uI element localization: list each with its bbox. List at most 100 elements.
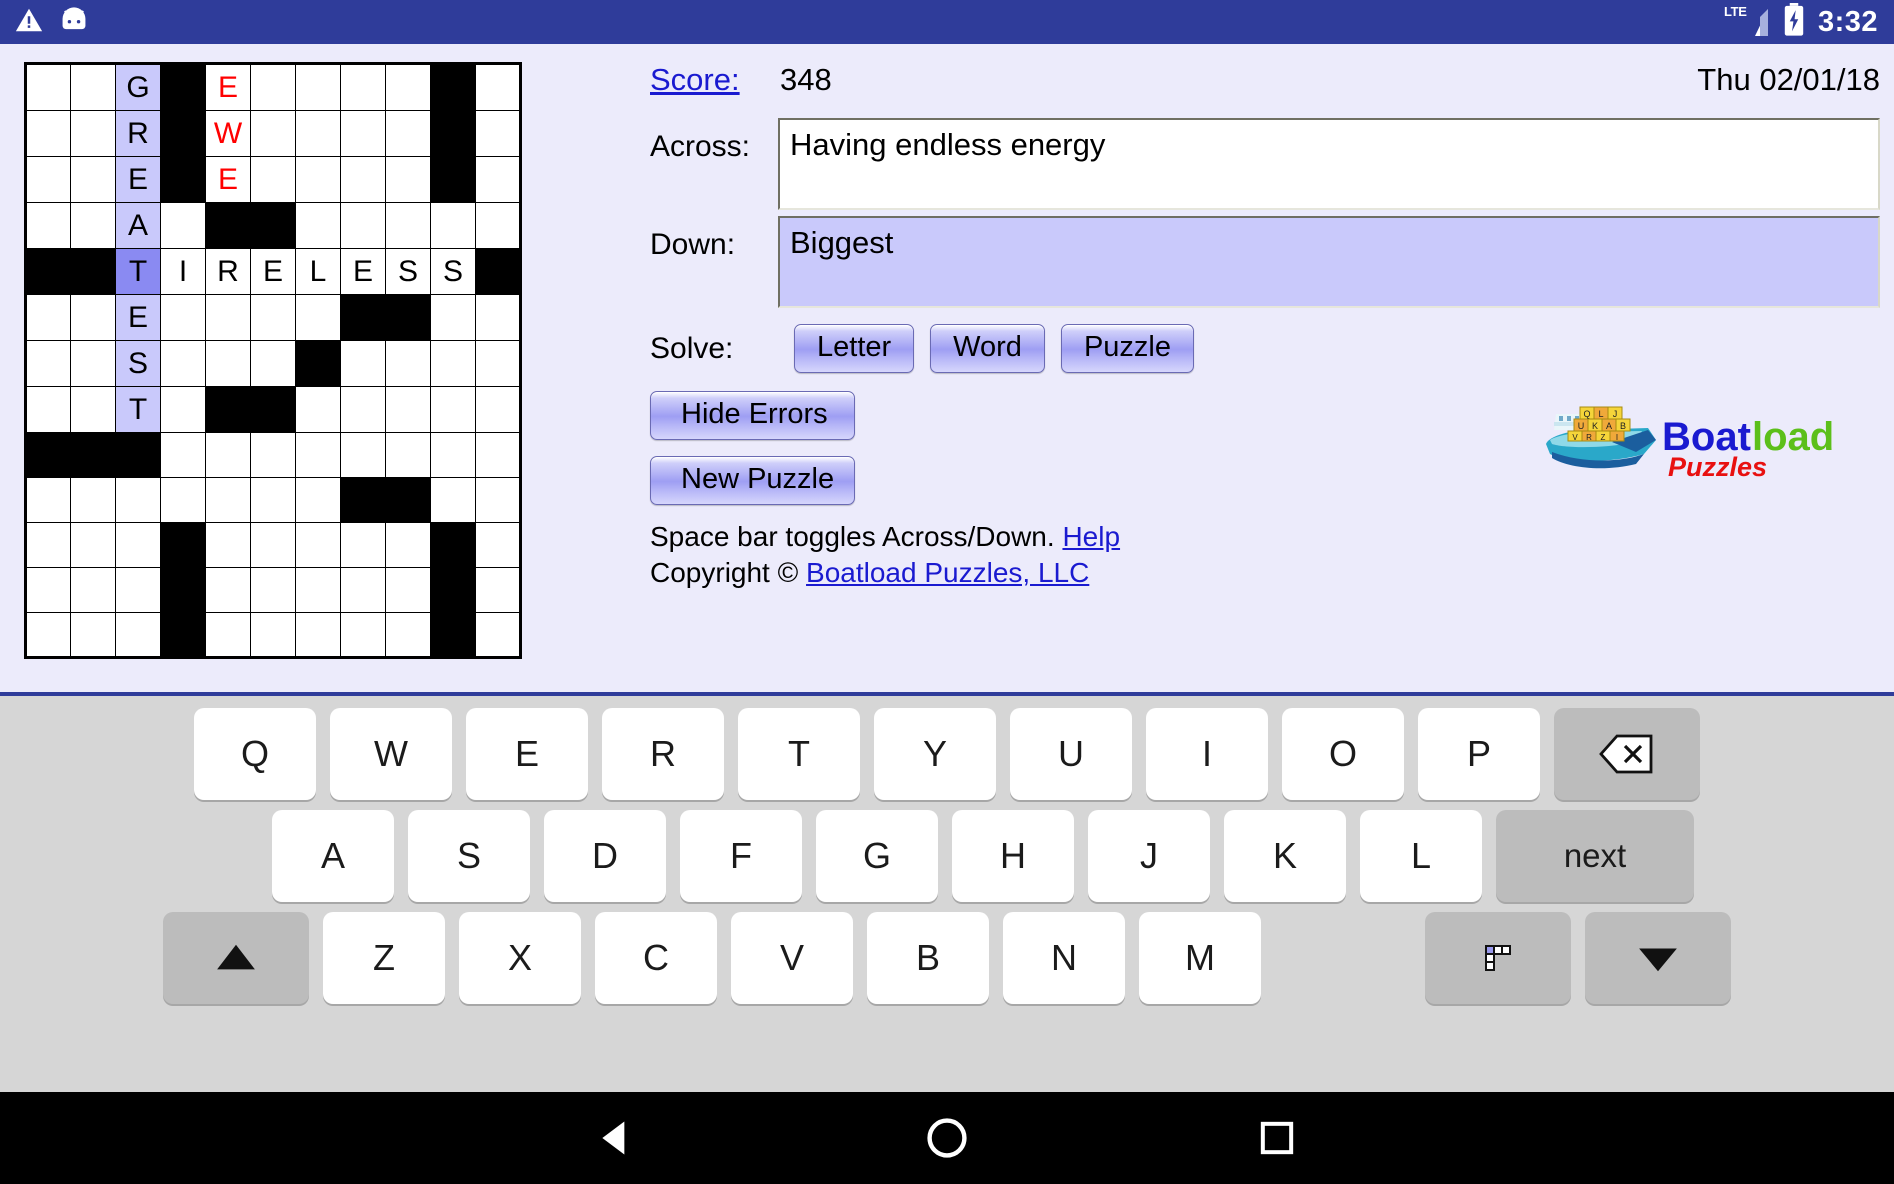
key-b[interactable]: B <box>867 912 989 1004</box>
grid-cell[interactable] <box>340 340 386 387</box>
grid-cell[interactable] <box>250 432 296 478</box>
grid-cell[interactable] <box>70 340 116 387</box>
grid-cell[interactable] <box>475 63 521 111</box>
grid-cell[interactable] <box>475 567 521 613</box>
crossword-grid-container[interactable]: GERWEEATIRELESSEST <box>24 62 522 659</box>
grid-cell[interactable] <box>25 340 71 387</box>
grid-cell[interactable] <box>430 294 476 341</box>
grid-cell[interactable] <box>385 567 431 613</box>
grid-cell[interactable] <box>250 612 296 658</box>
grid-cell[interactable]: E <box>205 156 251 203</box>
grid-cell[interactable]: S <box>115 340 161 387</box>
grid-cell[interactable] <box>115 477 161 523</box>
grid-cell[interactable] <box>385 386 431 433</box>
grid-cell[interactable] <box>25 567 71 613</box>
key-e[interactable]: E <box>466 708 588 800</box>
grid-cell[interactable]: E <box>250 248 296 295</box>
grid-cell[interactable] <box>115 522 161 568</box>
grid-cell[interactable] <box>250 294 296 341</box>
new-puzzle-button[interactable]: New Puzzle <box>650 456 855 505</box>
key-m[interactable]: M <box>1139 912 1261 1004</box>
key-a[interactable]: A <box>272 810 394 902</box>
grid-cell[interactable] <box>295 432 341 478</box>
grid-cell[interactable]: G <box>115 63 161 111</box>
grid-cell[interactable] <box>250 63 296 111</box>
grid-cell[interactable] <box>25 202 71 249</box>
solve-word-button[interactable]: Word <box>930 324 1045 373</box>
grid-cell[interactable] <box>475 294 521 341</box>
grid-cell[interactable] <box>205 477 251 523</box>
grid-cell[interactable] <box>475 522 521 568</box>
grid-cell[interactable] <box>475 156 521 203</box>
grid-cell[interactable] <box>115 612 161 658</box>
key-next[interactable]: next <box>1496 810 1694 902</box>
grid-cell[interactable] <box>385 63 431 111</box>
grid-cell[interactable] <box>160 432 206 478</box>
grid-cell[interactable] <box>25 294 71 341</box>
shift-up-arrow-icon[interactable] <box>163 912 309 1004</box>
grid-cell[interactable] <box>385 612 431 658</box>
grid-cell[interactable] <box>205 294 251 341</box>
key-g[interactable]: G <box>816 810 938 902</box>
key-k[interactable]: K <box>1224 810 1346 902</box>
home-circle-icon[interactable] <box>907 1098 987 1178</box>
grid-cell[interactable]: S <box>430 248 476 295</box>
key-o[interactable]: O <box>1282 708 1404 800</box>
key-u[interactable]: U <box>1010 708 1132 800</box>
boatload-link[interactable]: Boatload Puzzles, LLC <box>806 557 1089 588</box>
keyboard-layout-icon[interactable] <box>1425 912 1571 1004</box>
grid-cell[interactable] <box>295 386 341 433</box>
grid-cell[interactable] <box>340 156 386 203</box>
grid-cell[interactable] <box>70 567 116 613</box>
grid-cell[interactable] <box>250 522 296 568</box>
grid-cell[interactable] <box>160 477 206 523</box>
key-j[interactable]: J <box>1088 810 1210 902</box>
grid-cell[interactable] <box>475 477 521 523</box>
grid-cell[interactable]: S <box>385 248 431 295</box>
grid-cell[interactable] <box>160 202 206 249</box>
grid-cell[interactable]: E <box>115 294 161 341</box>
solve-puzzle-button[interactable]: Puzzle <box>1060 324 1194 373</box>
key-y[interactable]: Y <box>874 708 996 800</box>
key-x[interactable]: X <box>459 912 581 1004</box>
grid-cell[interactable] <box>295 522 341 568</box>
grid-cell[interactable] <box>430 202 476 249</box>
key-f[interactable]: F <box>680 810 802 902</box>
grid-cell[interactable] <box>25 386 71 433</box>
grid-cell[interactable] <box>205 567 251 613</box>
key-c[interactable]: C <box>595 912 717 1004</box>
grid-cell[interactable] <box>70 294 116 341</box>
key-v[interactable]: V <box>731 912 853 1004</box>
grid-cell[interactable] <box>160 294 206 341</box>
grid-cell[interactable]: R <box>205 248 251 295</box>
grid-cell[interactable]: A <box>115 202 161 249</box>
grid-cell[interactable]: E <box>340 248 386 295</box>
grid-cell[interactable]: E <box>205 63 251 111</box>
grid-cell[interactable] <box>115 567 161 613</box>
backspace-icon[interactable] <box>1554 708 1700 800</box>
key-q[interactable]: Q <box>194 708 316 800</box>
grid-cell[interactable] <box>340 386 386 433</box>
grid-cell[interactable] <box>70 110 116 157</box>
grid-cell[interactable] <box>250 477 296 523</box>
grid-cell[interactable] <box>430 340 476 387</box>
back-triangle-icon[interactable] <box>577 1098 657 1178</box>
grid-cell[interactable] <box>385 522 431 568</box>
grid-cell[interactable] <box>430 386 476 433</box>
grid-cell[interactable]: T <box>115 248 161 295</box>
grid-cell[interactable] <box>295 156 341 203</box>
key-d[interactable]: D <box>544 810 666 902</box>
grid-cell[interactable] <box>25 156 71 203</box>
grid-cell[interactable] <box>295 612 341 658</box>
grid-cell[interactable] <box>385 340 431 387</box>
grid-cell[interactable] <box>475 110 521 157</box>
grid-cell[interactable] <box>340 63 386 111</box>
crossword-grid[interactable]: GERWEEATIRELESSEST <box>24 62 522 659</box>
help-link[interactable]: Help <box>1062 521 1120 552</box>
hide-errors-button[interactable]: Hide Errors <box>650 391 855 440</box>
grid-cell[interactable] <box>70 63 116 111</box>
grid-cell[interactable] <box>475 202 521 249</box>
grid-cell[interactable] <box>70 156 116 203</box>
grid-cell[interactable] <box>70 386 116 433</box>
grid-cell[interactable] <box>70 202 116 249</box>
